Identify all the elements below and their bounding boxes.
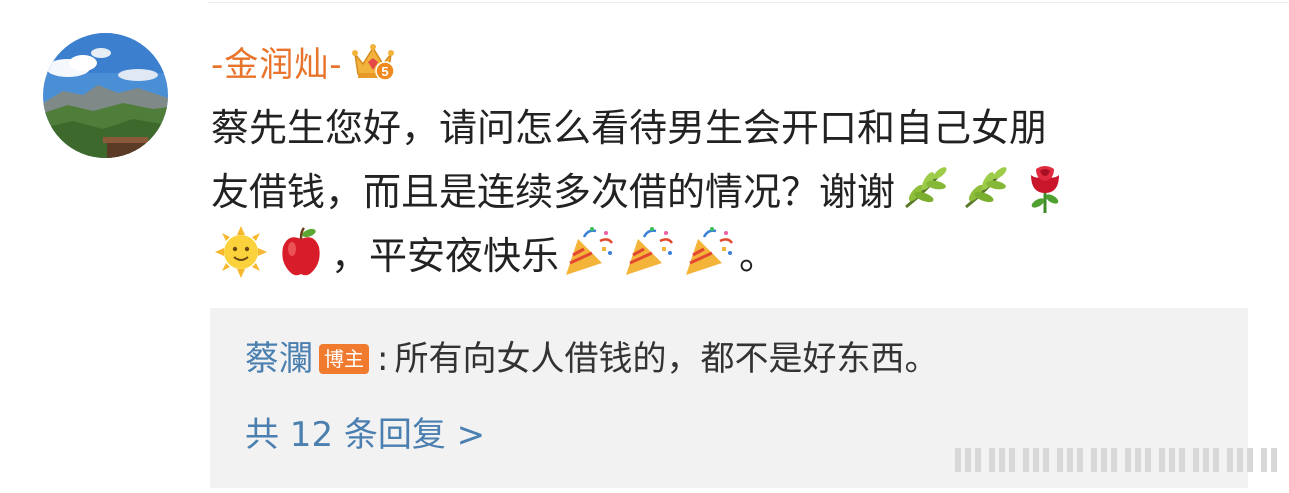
sun-with-face-icon — [214, 225, 268, 279]
comment-line-2-text: 友借钱，而且是连续多次借的情况？谢谢 — [211, 170, 896, 214]
crown-badge-icon: 5 — [351, 40, 395, 82]
username-row: -金润灿- 5 — [211, 37, 395, 86]
party-popper-icon — [622, 225, 676, 279]
olive-branch-icon — [958, 161, 1012, 215]
username[interactable]: -金润灿- — [211, 37, 343, 86]
reply-text: 所有向女人借钱的，都不是好东西。 — [394, 339, 939, 379]
rose-icon — [1018, 161, 1072, 215]
reply-item: 蔡瀾 博主 : 所有向女人借钱的，都不是好东西。 — [245, 332, 938, 386]
comment-line-1: 蔡先生您好，请问怎么看待男生会开口和自己女朋 — [211, 106, 1048, 150]
divider — [208, 2, 1289, 3]
party-popper-icon — [562, 225, 616, 279]
red-apple-icon — [274, 225, 328, 279]
reply-separator: : — [377, 339, 389, 379]
comment-card: -金润灿- 5 蔡先生您好，请问怎么看待男生会开口和自己女朋 友借钱，而且是连续… — [0, 0, 1289, 493]
level-badge-text: 5 — [381, 64, 388, 79]
comment-line-3: ，平安夜快乐 。 — [211, 224, 1251, 288]
reply-count-link[interactable]: 共 12 条回复 > — [245, 408, 485, 462]
comment-line-2: 友借钱，而且是连续多次借的情况？谢谢 — [211, 160, 1251, 224]
comment-line-3-text: ，平安夜快乐 — [331, 234, 560, 278]
party-popper-icon — [682, 225, 736, 279]
comment-text: 蔡先生您好，请问怎么看待男生会开口和自己女朋 友借钱，而且是连续多次借的情况？谢… — [211, 96, 1251, 288]
olive-branch-icon — [898, 161, 952, 215]
avatar[interactable] — [43, 33, 168, 158]
watermark-icon — [955, 442, 1280, 478]
blogger-badge: 博主 — [319, 344, 369, 374]
comment-line-3-end: 。 — [739, 234, 778, 278]
reply-author[interactable]: 蔡瀾 — [245, 332, 313, 386]
